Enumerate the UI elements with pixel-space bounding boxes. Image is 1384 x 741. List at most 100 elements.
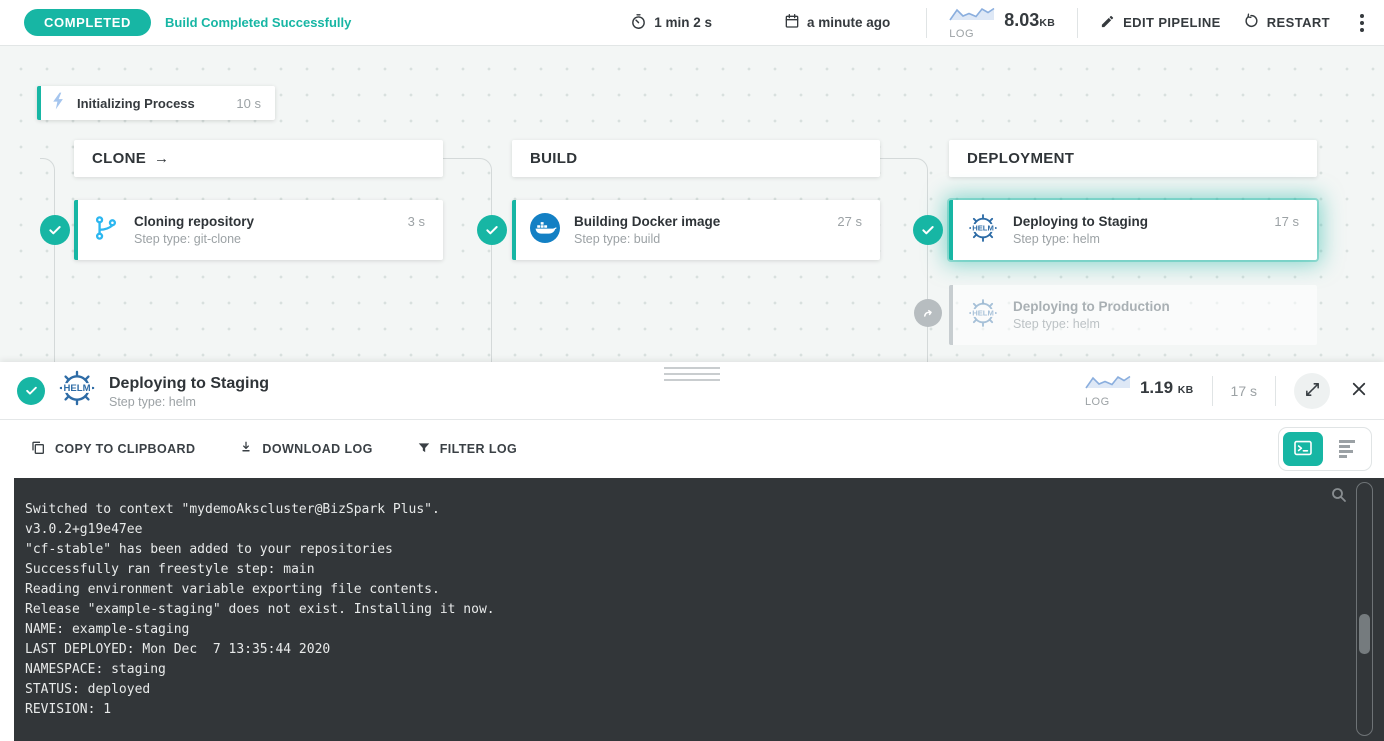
log-line: STATUS: deployed (25, 680, 1344, 700)
text-lines-icon (1339, 440, 1355, 458)
stage-header-deployment: DEPLOYMENT (949, 140, 1317, 177)
terminal-view-button[interactable] (1283, 432, 1323, 466)
status-message: Build Completed Successfully (165, 15, 351, 30)
text-view-button[interactable] (1327, 432, 1367, 466)
step-type: Step type: git-clone (134, 232, 394, 246)
log-label: LOG (949, 28, 974, 40)
svg-text:HELM: HELM (972, 308, 994, 317)
stage-header-build: BUILD (512, 140, 880, 177)
panel-drag-handle[interactable] (658, 365, 726, 383)
pencil-icon (1100, 14, 1115, 32)
step-title: Deploying to Staging (1013, 214, 1260, 229)
step-title: Initializing Process (77, 96, 236, 111)
build-duration: 1 min 2 s (630, 13, 712, 33)
step-deploying-to-production[interactable]: HELM Deploying to Production Step type: … (949, 285, 1317, 345)
success-check-icon (477, 215, 507, 245)
terminal-icon (1293, 440, 1313, 459)
log-size: 1.19 kB (1140, 378, 1194, 398)
filter-log-button[interactable]: FILTER LOG (417, 441, 517, 458)
calendar-icon (784, 13, 800, 32)
divider (1275, 376, 1276, 406)
search-icon[interactable] (1330, 486, 1348, 511)
terminal-scrollbar[interactable] (1356, 482, 1373, 736)
step-type: Step type: build (574, 232, 823, 246)
divider (926, 8, 927, 38)
lightning-icon (51, 92, 67, 115)
docker-icon (530, 213, 560, 248)
step-log-usage: LOG 1.19 kB (1085, 373, 1194, 408)
divider (1212, 376, 1213, 406)
step-initializing-process[interactable]: Initializing Process 10 s (37, 86, 275, 120)
helm-icon: HELM (967, 212, 999, 249)
log-size: 8.03kB (1004, 10, 1055, 31)
panel-step-type: Step type: helm (109, 395, 1073, 409)
build-finished-time: a minute ago (784, 13, 890, 32)
build-log-usage: LOG 8.03kB (949, 5, 1055, 40)
terminal-scrollbar-thumb[interactable] (1359, 614, 1370, 654)
step-title: Deploying to Production (1013, 299, 1299, 314)
status-badge: COMPLETED (24, 9, 151, 36)
step-title: Cloning repository (134, 214, 394, 229)
step-type: Step type: helm (1013, 232, 1260, 246)
step-duration: 17 s (1274, 214, 1299, 229)
build-duration-value: 1 min 2 s (654, 15, 712, 30)
copy-icon (30, 440, 46, 459)
log-lines: Switched to context "mydemoAkscluster@Bi… (25, 500, 1344, 720)
log-line: NAME: example-staging (25, 620, 1344, 640)
success-check-icon (913, 215, 943, 245)
success-check-icon (17, 377, 45, 405)
step-duration: 27 s (837, 214, 862, 229)
stage-header-clone: CLONE → (74, 140, 443, 177)
filter-icon (417, 441, 431, 458)
log-terminal[interactable]: Switched to context "mydemoAkscluster@Bi… (14, 478, 1384, 741)
stopwatch-icon (630, 13, 647, 33)
download-log-button[interactable]: DOWNLOAD LOG (239, 440, 372, 458)
log-sparkline-icon (1085, 373, 1131, 395)
close-panel-button[interactable] (1348, 378, 1370, 403)
log-line: LAST DEPLOYED: Mon Dec 7 13:35:44 2020 (25, 640, 1344, 660)
close-icon (1350, 380, 1368, 401)
restart-icon (1243, 13, 1259, 32)
log-line: REVISION: 1 (25, 700, 1344, 720)
panel-step-title: Deploying to Staging (109, 375, 1073, 393)
connector-line (443, 158, 492, 362)
helm-icon: HELM (967, 297, 999, 334)
step-deploying-to-staging[interactable]: HELM Deploying to Staging Step type: hel… (949, 200, 1317, 260)
log-line: v3.0.2+g19e47ee (25, 520, 1344, 540)
helm-icon: HELM (57, 368, 97, 413)
log-line: Switched to context "mydemoAkscluster@Bi… (25, 500, 1344, 520)
step-duration: 3 s (408, 214, 425, 229)
build-finished-value: a minute ago (807, 15, 890, 30)
more-options-menu-icon[interactable] (1352, 10, 1372, 36)
step-cloning-repository[interactable]: Cloning repository Step type: git-clone … (74, 200, 443, 260)
success-check-icon (40, 215, 70, 245)
download-icon (239, 440, 253, 458)
pipeline-canvas: Initializing Process 10 s CLONE → BUILD … (0, 46, 1384, 362)
log-sparkline-icon (949, 5, 995, 27)
step-type: Step type: helm (1013, 317, 1299, 331)
step-detail-panel: HELM Deploying to Staging Step type: hel… (0, 362, 1384, 741)
panel-step-duration: 17 s (1231, 383, 1257, 399)
log-line: Successfully ran freestyle step: main (25, 560, 1344, 580)
skipped-step-icon (914, 299, 942, 327)
build-header-bar: COMPLETED Build Completed Successfully 1… (0, 0, 1384, 46)
restart-button[interactable]: RESTART (1243, 13, 1330, 32)
step-building-docker-image[interactable]: Building Docker image Step type: build 2… (512, 200, 880, 260)
expand-panel-button[interactable] (1294, 373, 1330, 409)
connector-line (40, 158, 55, 362)
log-line: Reading environment variable exporting f… (25, 580, 1344, 600)
svg-text:HELM: HELM (63, 383, 90, 394)
edit-pipeline-button[interactable]: EDIT PIPELINE (1100, 14, 1221, 32)
copy-to-clipboard-button[interactable]: COPY TO CLIPBOARD (30, 440, 195, 459)
log-line: Release "example-staging" does not exist… (25, 600, 1344, 620)
log-view-toggle (1278, 427, 1372, 471)
arrow-right-icon: → (154, 150, 169, 167)
log-toolbar: COPY TO CLIPBOARD DOWNLOAD LOG FILTER LO… (0, 420, 1384, 478)
svg-text:HELM: HELM (972, 223, 994, 232)
divider (1077, 8, 1078, 38)
git-branch-icon (92, 214, 120, 247)
expand-icon (1304, 381, 1321, 401)
connector-line (880, 158, 928, 362)
log-label: LOG (1085, 396, 1110, 408)
step-duration: 10 s (236, 96, 261, 111)
